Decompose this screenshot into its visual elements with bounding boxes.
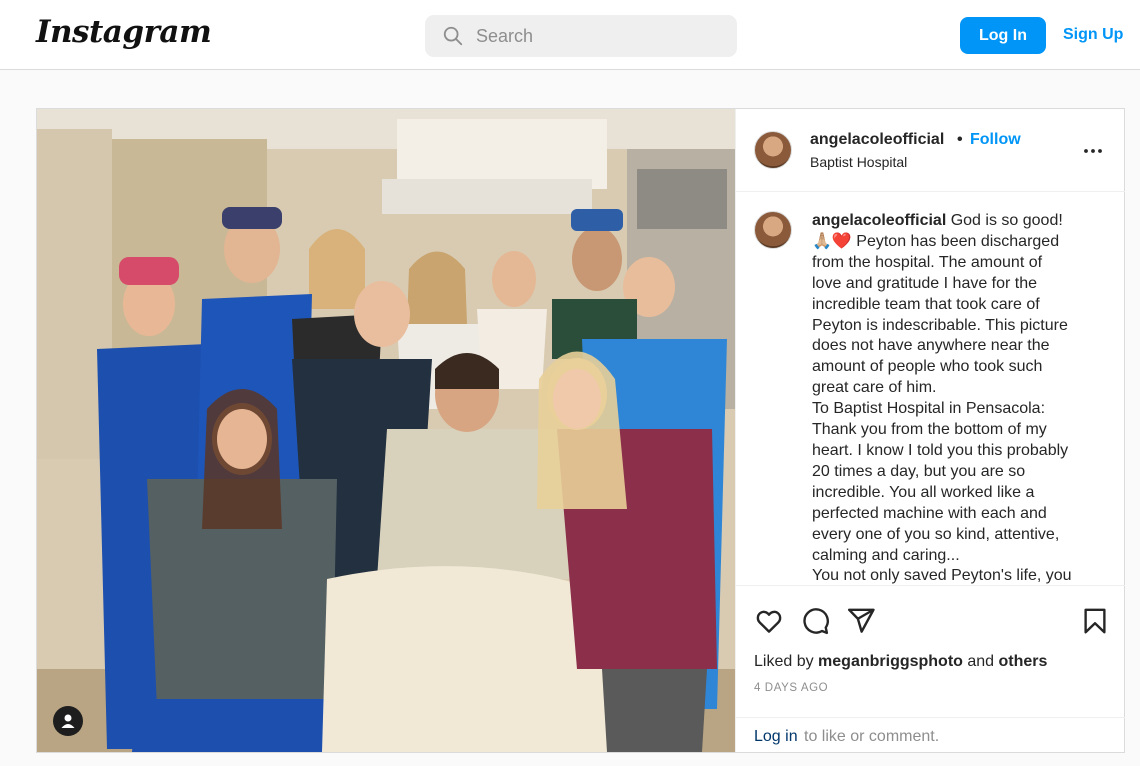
liked-by-user[interactable]: meganbriggsphoto [818,653,963,670]
caption-avatar[interactable] [754,211,792,249]
caption-line: great care of him. [812,378,1108,399]
post-caption: angelacoleofficial God is so good! 🙏🏼❤️ P… [736,193,1125,585]
sign-up-link[interactable]: Sign Up [1063,26,1123,44]
caption-line-text: great care of him. [812,379,937,397]
instagram-logo[interactable]: Instagram [36,14,212,50]
comment-prompt-text: to like or comment. [804,728,940,745]
liked-by-text: Liked by meganbriggsphoto and others [754,653,1047,671]
post-location[interactable]: Baptist Hospital [810,154,907,170]
caption-line: Thank you from the bottom of my [812,420,1108,441]
caption-line: 20 times a day, but you are so [812,462,1108,483]
search-input[interactable]: Search [425,15,737,57]
caption-line-text: every one of you so kind, attentive, [812,525,1060,543]
caption-line-text: amount of people who took such [812,358,1043,376]
hospital-group-photo [37,109,735,752]
log-in-button[interactable]: Log In [960,17,1046,54]
post-author-username[interactable]: angelacoleofficial [810,131,944,149]
caption-line: from the hospital. The amount of [812,253,1108,274]
caption-line-text: incredible. You all worked like a [812,483,1035,501]
comment-login-link[interactable]: Log in [754,728,798,746]
caption-line-text: love and gratitude I have for the [812,274,1038,292]
caption-line: perfected machine with each and [812,504,1108,525]
separator-dot: • [957,131,963,148]
top-navigation-bar: Instagram Search Log In Sign Up [0,0,1140,70]
more-options-icon[interactable] [1081,139,1105,163]
caption-line: every one of you so kind, attentive, [812,525,1108,546]
post-photo[interactable] [37,109,735,752]
search-icon [443,26,463,46]
avatar[interactable] [754,131,792,169]
caption-line-text: Peyton is indescribable. This picture [812,316,1068,334]
liked-by-prefix: Liked by [754,653,819,670]
caption-line: love and gratitude I have for the [812,274,1108,295]
share-icon[interactable] [846,606,876,636]
save-icon[interactable] [1080,606,1110,636]
follow-button[interactable]: Follow [970,131,1021,149]
heart-icon[interactable] [754,606,784,636]
caption-line-text: To Baptist Hospital in Pensacola: [812,400,1046,418]
caption-line-text: You not only saved Peyton's life, you [812,567,1072,585]
caption-line: To Baptist Hospital in Pensacola: [812,399,1108,420]
post-sidebar: angelacoleofficial • Follow Baptist Hosp… [735,109,1125,752]
caption-line-text: calming and caring... [812,546,960,564]
post-actions: Liked by meganbriggsphoto and others 4 D… [736,585,1125,752]
caption-line: incredible team that took care of [812,295,1108,316]
caption-line: amount of people who took such [812,357,1108,378]
post-timestamp: 4 DAYS AGO [754,682,829,694]
caption-line: heart. I know I told you this probably [812,441,1108,462]
post-header: angelacoleofficial • Follow Baptist Hosp… [736,109,1125,192]
comment-bar: Log in to like or comment. [736,717,1125,753]
caption-line-text: God is so good! [946,212,1063,229]
caption-line: Peyton is indescribable. This picture [812,316,1108,337]
caption-line-text: Thank you from the bottom of my [812,421,1047,439]
caption-line-text: heart. I know I told you this probably [812,441,1069,459]
caption-line-text: 🙏🏼❤️ Peyton has been discharged [812,232,1060,250]
caption-line-text: incredible team that took care of [812,295,1040,313]
liked-by-others[interactable]: others [999,653,1048,670]
caption-line: You not only saved Peyton's life, you [812,566,1108,585]
caption-line-text: 20 times a day, but you are so [812,462,1026,480]
caption-text: angelacoleofficial God is so good! 🙏🏼❤️ P… [812,211,1108,585]
caption-author-username[interactable]: angelacoleofficial [812,212,946,229]
caption-line: 🙏🏼❤️ Peyton has been discharged [812,232,1108,253]
comment-icon[interactable] [800,606,830,636]
caption-line: incredible. You all worked like a [812,483,1108,504]
caption-line: angelacoleofficial God is so good! [812,211,1108,232]
post-card: angelacoleofficial • Follow Baptist Hosp… [36,108,1125,753]
user-tag-icon[interactable] [53,706,83,736]
caption-line-text: from the hospital. The amount of [812,253,1043,271]
caption-line: does not have anywhere near the [812,336,1108,357]
caption-line: calming and caring... [812,546,1108,567]
liked-by-and: and [962,653,999,670]
search-placeholder: Search [476,26,534,46]
caption-line-text: perfected machine with each and [812,504,1047,522]
caption-line-text: does not have anywhere near the [812,337,1050,355]
